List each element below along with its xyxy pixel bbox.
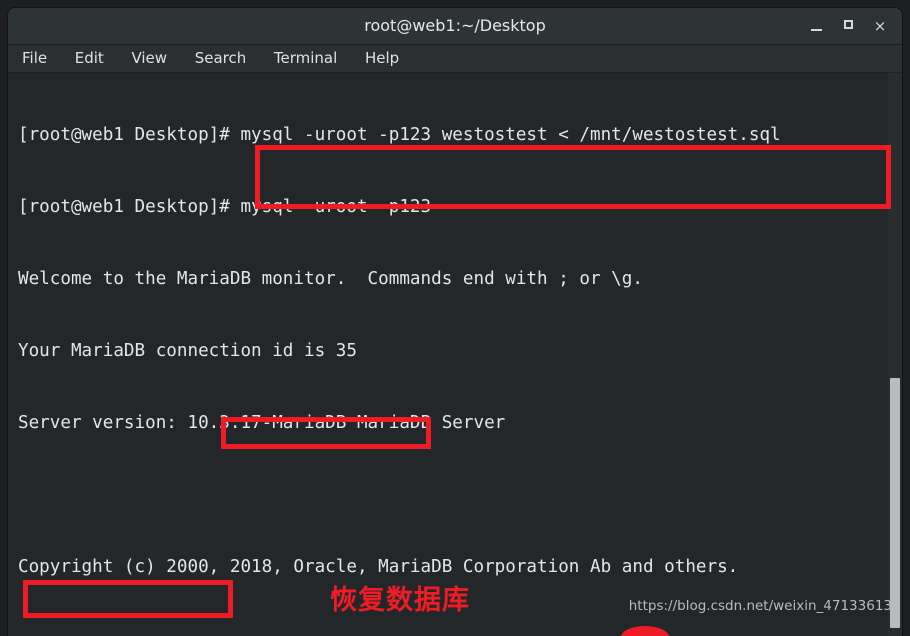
menu-item-terminal[interactable]: Terminal [274,45,337,72]
screenshot-root: root@web1:~/Desktop × File Edit View Sea… [0,0,910,636]
menu-item-view[interactable]: View [131,45,167,72]
menu-item-help[interactable]: Help [365,45,399,72]
terminal-line: Server version: 10.3.17-MariaDB MariaDB … [18,413,506,433]
minimize-icon [810,29,822,31]
close-button[interactable]: × [870,16,890,36]
menu-bar: File Edit View Search Terminal Help [8,45,902,73]
maximize-button[interactable] [838,16,858,36]
terminal-output-area[interactable]: [root@web1 Desktop]# mysql -uroot -p123 … [8,73,902,636]
watermark-text: https://blog.csdn.net/weixin_47133613 [628,598,892,614]
scrollbar-track[interactable] [888,73,902,636]
menu-item-search[interactable]: Search [195,45,247,72]
annotation-restore-database: 恢复数据库 [330,585,470,616]
menu-item-edit[interactable]: Edit [75,45,104,72]
terminal-text: [root@web1 Desktop]# mysql -uroot -p123 … [18,75,886,636]
window-titlebar[interactable]: root@web1:~/Desktop × [8,8,902,45]
terminal-window: root@web1:~/Desktop × File Edit View Sea… [8,8,902,636]
scrollbar-thumb[interactable] [890,378,900,628]
terminal-line: Copyright (c) 2000, 2018, Oracle, MariaD… [18,557,739,577]
terminal-line: [root@web1 Desktop]# mysql -uroot -p123 [18,197,432,217]
terminal-line: [root@web1 Desktop]# mysql -uroot -p123 … [18,125,781,145]
minimize-button[interactable] [806,16,826,36]
terminal-line: Welcome to the MariaDB monitor. Commands… [18,269,643,289]
maximize-icon [843,20,853,29]
menu-item-file[interactable]: File [22,45,47,72]
window-title: root@web1:~/Desktop [364,16,546,35]
terminal-line: Your MariaDB connection id is 35 [18,341,357,361]
